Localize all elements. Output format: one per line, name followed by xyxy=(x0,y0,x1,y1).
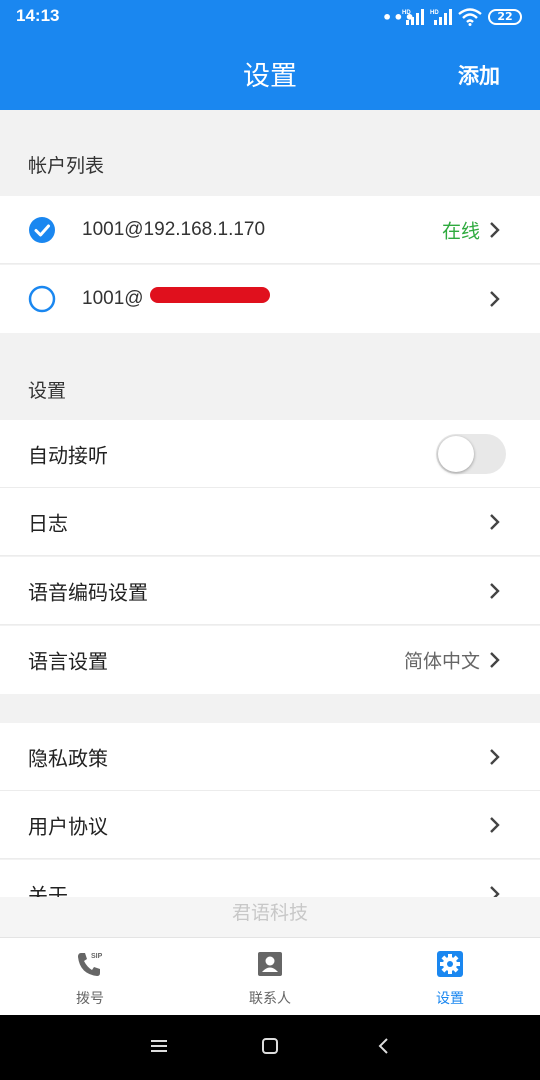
gear-icon xyxy=(437,951,463,977)
chevron-right-icon xyxy=(490,582,500,599)
svg-text:HD: HD xyxy=(402,10,411,16)
battery-icon: 22 xyxy=(488,9,522,25)
auto-answer-toggle[interactable] xyxy=(436,433,506,474)
system-nav-bar xyxy=(0,1015,540,1080)
chevron-right-icon xyxy=(490,816,500,833)
account-status: 在线 xyxy=(441,220,480,242)
account-row-1[interactable]: 1001@192.168.1.170 在线 xyxy=(0,196,540,264)
user-agreement-row[interactable]: 用户协议 xyxy=(0,791,540,859)
status-time: 14:13 xyxy=(16,6,60,25)
account-row-2[interactable]: 1001@ xyxy=(0,265,540,333)
tab-dial[interactable]: SIP 拨号 xyxy=(0,938,180,1016)
account-address: 1001@ xyxy=(82,288,144,309)
codec-settings-label: 语音编码设置 xyxy=(28,580,148,604)
language-settings-label: 语言设置 xyxy=(28,649,108,674)
tab-label: 拨号 xyxy=(76,991,104,1007)
privacy-policy-row[interactable]: 隐私政策 xyxy=(0,723,540,791)
bottom-tab-bar: SIP 拨号 联系人 设置 xyxy=(0,937,540,1015)
about-row[interactable]: 关于 xyxy=(0,860,540,897)
log-row[interactable]: 日志 xyxy=(0,488,540,556)
redaction-mark xyxy=(150,287,270,303)
settings-section-header: 设置 xyxy=(0,333,540,420)
chevron-right-icon xyxy=(490,221,500,238)
tab-label: 联系人 xyxy=(249,991,291,1007)
account-address: 1001@192.168.1.170 xyxy=(82,218,266,240)
privacy-policy-label: 隐私政策 xyxy=(28,746,108,770)
svg-text:SIP: SIP xyxy=(91,953,103,960)
back-icon[interactable] xyxy=(376,1037,390,1055)
user-agreement-label: 用户协议 xyxy=(28,814,108,838)
add-button[interactable]: 添加 xyxy=(458,60,500,90)
chevron-right-icon xyxy=(490,513,500,530)
selected-check-icon[interactable] xyxy=(28,216,56,244)
codec-settings-row[interactable]: 语音编码设置 xyxy=(0,557,540,625)
about-label: 关于 xyxy=(28,883,68,898)
chevron-right-icon xyxy=(490,748,500,765)
tab-settings[interactable]: 设置 xyxy=(360,938,540,1016)
tab-contacts[interactable]: 联系人 xyxy=(180,938,360,1016)
brand-text: 君语科技 xyxy=(0,897,540,937)
language-settings-row[interactable]: 语言设置 简体中文 xyxy=(0,626,540,694)
auto-answer-label: 自动接听 xyxy=(28,443,108,467)
log-label: 日志 xyxy=(28,511,68,535)
chevron-right-icon xyxy=(490,886,500,897)
language-value: 简体中文 xyxy=(403,650,480,673)
contact-card-icon xyxy=(258,952,282,976)
signal-icon: HD xyxy=(402,9,424,25)
tab-label: 设置 xyxy=(436,991,464,1007)
svg-text:HD: HD xyxy=(430,10,439,16)
auto-answer-row: 自动接听 xyxy=(0,420,540,488)
app-bar: 设置 添加 xyxy=(0,34,540,110)
home-icon[interactable] xyxy=(261,1037,279,1055)
chevron-right-icon xyxy=(490,291,500,307)
phone-sip-icon: SIP xyxy=(78,953,103,976)
accounts-section-header: 帐户列表 xyxy=(0,110,540,196)
chevron-right-icon xyxy=(490,652,500,668)
unselected-radio-icon[interactable] xyxy=(28,285,56,313)
menu-icon[interactable] xyxy=(150,1037,168,1055)
signal-icon-2: HD xyxy=(430,9,452,25)
wifi-icon xyxy=(458,8,482,26)
toggle-knob xyxy=(438,435,474,472)
status-bar: 14:13 ••• HD HD 22 xyxy=(0,0,540,34)
